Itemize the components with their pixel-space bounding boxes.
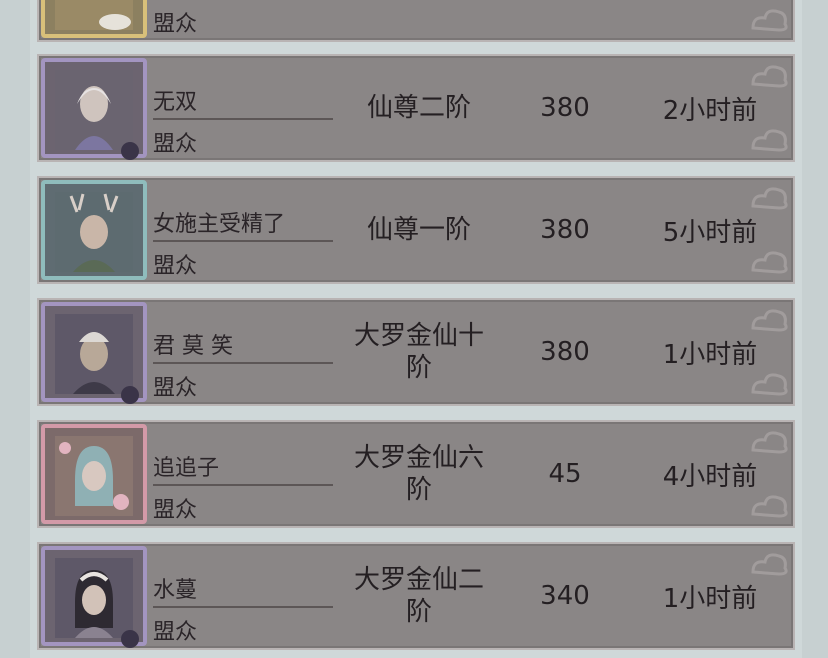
- name-underline: [153, 118, 333, 120]
- avatar-frame: [41, 424, 147, 524]
- member-name[interactable]: 君 莫 笑: [153, 328, 233, 360]
- cloud-ornament-icon: [751, 553, 788, 576]
- member-row[interactable]: 盟众: [37, 0, 795, 42]
- member-row[interactable]: 君 莫 笑 盟众 大罗金仙十阶 380 1小时前: [37, 298, 795, 406]
- cloud-ornament-icon: [751, 65, 788, 88]
- member-contribution: 380: [540, 337, 590, 367]
- avatar-frame: [41, 58, 147, 160]
- member-name[interactable]: 无双: [153, 84, 197, 116]
- avatar-frame: [41, 546, 147, 648]
- avatar: [55, 0, 133, 30]
- member-rank: 仙尊一阶: [339, 178, 499, 282]
- member-role: 盟众: [153, 376, 198, 401]
- cloud-ornament-icon: [751, 309, 788, 332]
- name-underline: [153, 484, 333, 486]
- member-row[interactable]: 无双 盟众 仙尊二阶 380 2小时前: [37, 54, 795, 162]
- avatar-frame: [41, 302, 147, 404]
- rank-text: 仙尊二阶: [366, 93, 471, 123]
- name-underline: [153, 240, 333, 242]
- frame-ornament-icon: [121, 142, 139, 160]
- member-rank: 大罗金仙二阶: [339, 544, 499, 648]
- avatar: [55, 70, 133, 150]
- cloud-ornament-icon: [751, 431, 788, 454]
- member-name[interactable]: 追追子: [153, 450, 219, 482]
- member-row[interactable]: 女施主受精了 盟众 仙尊一阶 380 5小时前: [37, 176, 795, 284]
- member-list[interactable]: 盟众 无双 盟众 仙尊二阶 380 2小时前 女施主受精了 盟众 仙尊一阶 38…: [0, 0, 828, 658]
- member-rank: 仙尊二阶: [339, 56, 499, 160]
- rank-text: 大罗金仙十阶: [353, 321, 484, 383]
- member-role: 盟众: [153, 12, 198, 37]
- member-rank: 大罗金仙十阶: [339, 300, 499, 404]
- member-contribution: 380: [540, 93, 590, 123]
- cloud-ornament-icon: [751, 9, 788, 32]
- member-row[interactable]: 水蔓 盟众 大罗金仙二阶 340 1小时前: [37, 542, 795, 650]
- avatar: [55, 436, 133, 516]
- member-contribution: 45: [548, 459, 582, 489]
- avatar: [55, 192, 133, 272]
- avatar: [55, 314, 133, 394]
- member-role: 盟众: [153, 620, 198, 645]
- avatar-frame: [41, 0, 147, 38]
- member-row[interactable]: 追追子 盟众 大罗金仙六阶 45 4小时前: [37, 420, 795, 528]
- member-role: 盟众: [153, 132, 198, 157]
- member-contribution: 340: [540, 581, 590, 611]
- cloud-ornament-icon: [751, 495, 788, 518]
- member-contribution: 380: [540, 215, 590, 245]
- rank-text: 大罗金仙二阶: [353, 565, 484, 627]
- frame-ornament-icon: [121, 386, 139, 404]
- member-role: 盟众: [153, 254, 198, 279]
- member-rank: 大罗金仙六阶: [339, 422, 499, 526]
- cloud-ornament-icon: [751, 129, 788, 152]
- cloud-ornament-icon: [751, 187, 788, 210]
- member-name[interactable]: 女施主受精了: [153, 206, 285, 238]
- name-underline: [153, 606, 333, 608]
- rank-text: 大罗金仙六阶: [353, 443, 484, 505]
- rank-text: 仙尊一阶: [366, 215, 471, 245]
- cloud-ornament-icon: [751, 251, 788, 274]
- name-underline: [153, 362, 333, 364]
- member-role: 盟众: [153, 498, 198, 523]
- frame-ornament-icon: [121, 630, 139, 648]
- member-name[interactable]: 水蔓: [153, 572, 197, 604]
- avatar: [55, 558, 133, 638]
- avatar-frame: [41, 180, 147, 280]
- cloud-ornament-icon: [751, 373, 788, 396]
